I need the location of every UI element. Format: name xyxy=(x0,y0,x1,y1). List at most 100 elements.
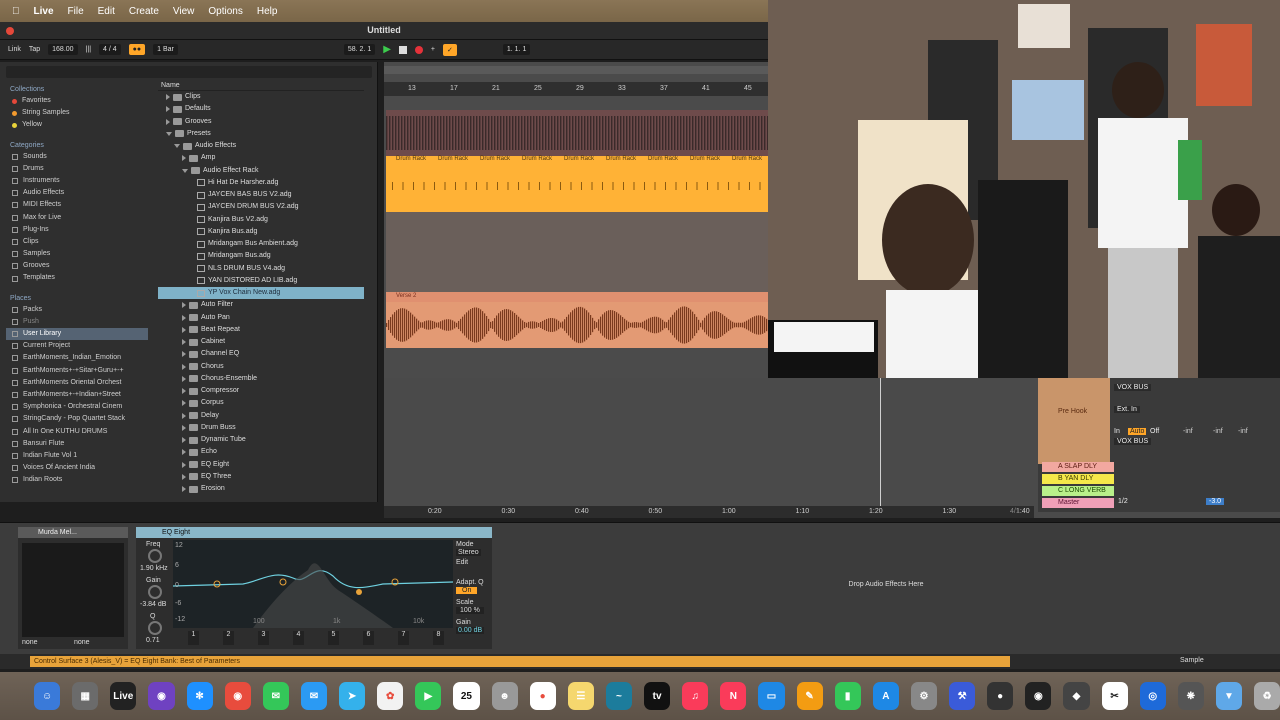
vocal-clip[interactable] xyxy=(386,302,768,348)
rack-title[interactable]: Murda Mel... xyxy=(18,527,128,538)
preset-file-row[interactable]: Kanjira Bus.adg xyxy=(158,226,364,238)
place-folder[interactable]: Indian Roots xyxy=(6,474,148,486)
disclosure-closed-icon[interactable] xyxy=(182,449,186,456)
disclosure-closed-icon[interactable] xyxy=(182,424,186,431)
folder-row[interactable]: Chorus xyxy=(158,361,364,373)
return-c-header[interactable]: C LONG VERB xyxy=(1042,486,1114,496)
q-knob[interactable] xyxy=(148,621,162,635)
folder-row[interactable]: Erosion xyxy=(158,483,364,495)
launchpad-icon[interactable]: ▦ xyxy=(72,682,99,710)
preset-file-row[interactable]: Mridangam Bus Ambient.adg xyxy=(158,238,364,250)
time-ruler[interactable]: 0:20 0:30 0:40 0:50 1:00 1:10 1:20 1:30 1:40 4/1 xyxy=(384,506,1034,518)
disclosure-closed-icon[interactable] xyxy=(182,473,186,480)
browser-search-input[interactable] xyxy=(6,66,372,78)
place-folder[interactable]: All In One KUTHU DRUMS xyxy=(6,426,148,438)
disclosure-closed-icon[interactable] xyxy=(182,400,186,407)
folder-row[interactable]: Presets xyxy=(158,128,364,140)
folder-row[interactable]: Audio Effects xyxy=(158,140,364,152)
folder-row[interactable]: Amp xyxy=(158,152,364,164)
q-value[interactable]: 0.71 xyxy=(146,637,160,644)
category-instruments[interactable]: Instruments xyxy=(6,175,148,187)
mode-select[interactable]: Stereo xyxy=(456,549,481,556)
preset-file-row[interactable]: Mridangam Bus.adg xyxy=(158,250,364,262)
apple-icon[interactable]:  xyxy=(12,6,20,17)
menu-view[interactable]: View xyxy=(173,6,195,17)
category-sounds[interactable]: Sounds xyxy=(6,151,148,163)
sample-label[interactable]: Sample xyxy=(1180,657,1204,664)
menu-edit[interactable]: Edit xyxy=(98,6,115,17)
input-select[interactable]: Ext. In xyxy=(1114,406,1140,413)
drum-rack-clip[interactable] xyxy=(386,164,768,212)
system-settings-icon[interactable]: ⚙ xyxy=(910,682,937,710)
preset-file-row[interactable]: Kanjira Bus V2.adg xyxy=(158,214,364,226)
folder-row[interactable]: EQ Eight xyxy=(158,459,364,471)
preset-file-row[interactable]: JAYCEN BAS BUS V2.adg xyxy=(158,189,364,201)
eq-band-button[interactable]: 3 xyxy=(257,631,270,645)
disclosure-closed-icon[interactable] xyxy=(182,314,186,321)
eq-band-handle[interactable] xyxy=(279,578,287,586)
obs-icon[interactable]: ◉ xyxy=(1025,682,1052,710)
messages-icon[interactable]: ✉ xyxy=(262,682,289,710)
disclosure-closed-icon[interactable] xyxy=(182,302,186,309)
folder-row[interactable]: Grooves xyxy=(158,116,364,128)
monitor-auto[interactable]: Auto xyxy=(1128,428,1147,435)
disclosure-open-icon[interactable] xyxy=(166,131,172,136)
return-a-header[interactable]: A SLAP DLY xyxy=(1042,462,1114,472)
apple-tv-icon[interactable]: tv xyxy=(644,682,671,710)
place-packs[interactable]: Packs xyxy=(6,304,148,316)
place-folder[interactable]: EarthMoments Oriental Orchest xyxy=(6,377,148,389)
freq-knob[interactable] xyxy=(148,549,162,563)
adapt-q-toggle[interactable]: On xyxy=(456,587,478,594)
disclosure-closed-icon[interactable] xyxy=(182,339,186,346)
folder-row[interactable]: Clips xyxy=(158,91,364,103)
pre-hook-track-header[interactable]: Pre Hook xyxy=(1038,378,1110,464)
place-current-project[interactable]: Current Project xyxy=(6,340,148,352)
link-button[interactable]: Link xyxy=(8,46,21,53)
podcast-icon[interactable]: ◉ xyxy=(148,682,175,710)
folder-row[interactable]: Echo xyxy=(158,446,364,458)
trash-icon[interactable]: ♻ xyxy=(1254,682,1280,710)
eq-band-button[interactable]: 4 xyxy=(292,631,305,645)
audio-effect-rack-device[interactable]: Murda Mel... none none xyxy=(18,527,128,649)
monitor-off[interactable]: Off xyxy=(1150,428,1159,435)
drum-rack-clip-header[interactable]: Drum Rack Drum Rack Drum Rack Drum Rack Drum… xyxy=(386,156,768,164)
eq-band-button[interactable]: 6 xyxy=(362,631,375,645)
preset-file-row[interactable]: JAYCEN DRUM BUS V2.adg xyxy=(158,201,364,213)
play-icon[interactable]: ▶ xyxy=(383,44,391,55)
overdub-icon[interactable]: + xyxy=(431,46,435,53)
eq-band-button[interactable]: 2 xyxy=(222,631,235,645)
reminders-icon[interactable]: ● xyxy=(529,682,556,710)
app-store-icon[interactable]: A xyxy=(872,682,899,710)
gain-value[interactable]: -3.84 dB xyxy=(140,601,166,608)
menu-file[interactable]: File xyxy=(68,6,84,17)
place-user-library[interactable]: User Library xyxy=(6,328,148,341)
category-midi-effects[interactable]: MIDI Effects xyxy=(6,199,148,211)
eq-curve-display[interactable]: 12 6 0 -6 -12 100 1k 10k xyxy=(172,540,454,628)
preset-file-row[interactable]: Hi Hat De Harsher.adg xyxy=(158,177,364,189)
category-drums[interactable]: Drums xyxy=(6,163,148,175)
category-grooves[interactable]: Grooves xyxy=(6,260,148,272)
return-b-header[interactable]: B YAN DLY xyxy=(1042,474,1114,484)
collection-favorites[interactable]: Favorites xyxy=(6,95,148,107)
capcut-icon[interactable]: ✂ xyxy=(1101,682,1128,710)
disclosure-closed-icon[interactable] xyxy=(166,94,170,101)
disclosure-closed-icon[interactable] xyxy=(182,155,186,162)
disclosure-closed-icon[interactable] xyxy=(166,118,170,125)
disclosure-closed-icon[interactable] xyxy=(166,106,170,113)
folder-row[interactable]: Corpus xyxy=(158,397,364,409)
folder-row[interactable]: Chorus-Ensemble xyxy=(158,373,364,385)
disclosure-closed-icon[interactable] xyxy=(182,461,186,468)
output-gain-field[interactable]: 0.00 dB xyxy=(456,627,485,634)
keynote-icon[interactable]: ▭ xyxy=(758,682,785,710)
chrome-icon[interactable]: ◉ xyxy=(224,682,251,710)
preset-file-row[interactable]: YP Vox Chain New.adg xyxy=(158,287,364,300)
eq-title[interactable]: EQ Eight xyxy=(136,527,492,538)
menu-help[interactable]: Help xyxy=(257,6,278,17)
master-volume-field[interactable]: -3.0 xyxy=(1206,498,1225,505)
folder-row[interactable]: Delay xyxy=(158,410,364,422)
category-plug-ins[interactable]: Plug-Ins xyxy=(6,224,148,236)
master-ratio[interactable]: 1/2 xyxy=(1118,498,1128,505)
metronome-icon[interactable]: ||| xyxy=(86,46,91,53)
facetime-icon[interactable]: ▶ xyxy=(415,682,442,710)
eq-band-button[interactable]: 7 xyxy=(397,631,410,645)
